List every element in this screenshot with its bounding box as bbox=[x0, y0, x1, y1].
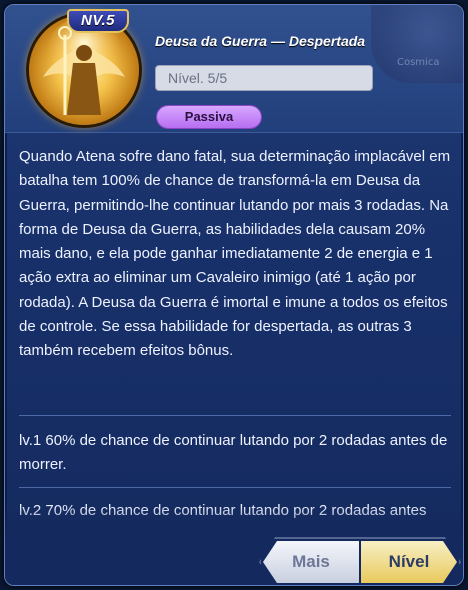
skill-header: Cosmica NV.5 Deusa da Guerra — Despertad… bbox=[5, 5, 463, 133]
divider bbox=[19, 415, 451, 416]
skill-title: Deusa da Guerra — Despertada bbox=[155, 33, 366, 49]
level-1-effect: lv.1 60% de chance de continuar lutando … bbox=[19, 432, 448, 474]
skill-description: Quando Atena sofre dano fatal, sua deter… bbox=[19, 148, 451, 360]
level-button[interactable]: Nível bbox=[361, 541, 457, 583]
divider bbox=[19, 487, 451, 488]
more-button[interactable]: Mais bbox=[263, 541, 359, 583]
level-field: Nível. 5/5 bbox=[155, 65, 373, 91]
cosmic-label: Cosmica bbox=[397, 57, 440, 68]
level-badge: NV.5 bbox=[67, 9, 129, 33]
passive-tag: Passiva bbox=[157, 106, 261, 128]
skill-detail-panel: Cosmica NV.5 Deusa da Guerra — Despertad… bbox=[4, 4, 464, 586]
cosmic-emblem: Cosmica bbox=[371, 5, 463, 83]
